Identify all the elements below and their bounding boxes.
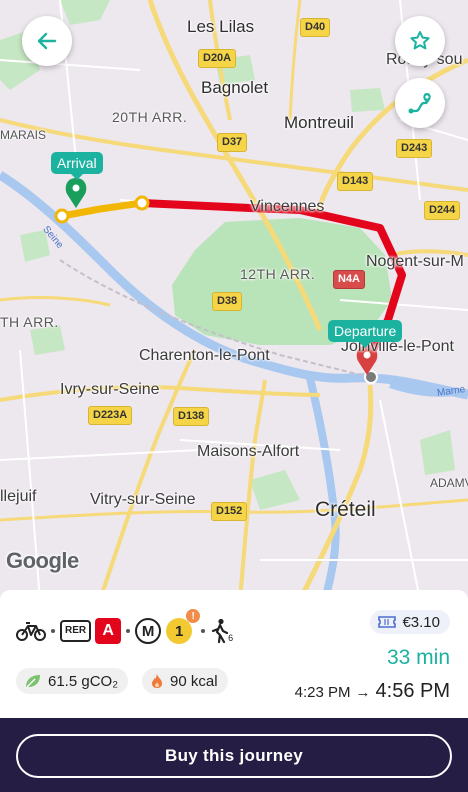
arrival-tag: Arrival [51,152,103,180]
calories-value: 90 kcal [170,672,218,690]
footer-bar: Buy this journey [0,718,468,792]
alert-icon: ! [186,609,201,623]
journey-times: 4:23 PM → 4:56 PM [295,680,450,703]
road-shield-d40: D40 [300,18,331,37]
time-arrow: → [355,684,371,701]
price-value: €3.10 [402,613,440,631]
journey-map[interactable]: Les Lilas Bagnolet Rosny-sou 20TH ARR. M… [0,0,468,600]
map-label-montreuil: Montreuil [284,113,354,132]
separator-dot [51,629,55,633]
map-label-maisons-alfort: Maisons-Alfort [197,443,300,460]
road-shield-d138: D138 [173,407,210,426]
separator-dot [126,629,131,633]
map-label-les-lilas: Les Lilas [187,17,255,36]
map-label-20th-arr: 20TH ARR. [112,109,188,125]
flame-icon [152,674,162,688]
ticket-icon [378,616,397,628]
rer-badge: RER [60,620,92,642]
road-shield-d244: D244 [424,201,461,220]
departure-tag: Departure [328,320,403,348]
road-shield-d20a: D20A [198,49,237,68]
separator-dot [201,629,206,633]
route-map-icon [408,93,431,114]
map-label-ivry: Ivry-sur-Seine [60,381,160,398]
map-label-12th-arr: 12TH ARR. [240,266,316,282]
journey-summary-panel[interactable]: RER A M 1 ! 6 61.5 gCO₂ 90 kcal €3.10 33… [0,590,468,720]
calories-chip: 90 kcal [142,668,228,694]
route-view-button[interactable] [395,78,445,128]
map-label-vitry: Vitry-sur-Seine [90,491,196,508]
arrival-time: 4:56 PM [375,680,450,702]
journey-modes: RER A M 1 ! 6 [16,609,234,644]
rer-line-a-badge: A [95,618,122,644]
leaf-icon [26,675,40,688]
map-label-marais: MARAIS [0,128,47,142]
star-outline-icon [410,31,430,50]
favorite-button[interactable] [395,16,445,66]
map-label-charenton: Charenton-le-Pont [139,347,270,364]
bicycle-icon [16,622,46,641]
metro-line-1-badge: 1 ! [166,609,201,644]
road-shield-d223a: D223A [88,406,133,425]
metro-line-number: 1 [174,622,184,640]
co2-chip: 61.5 gCO₂ [16,668,129,694]
metro-badge: M [135,618,162,644]
map-label-13th-arr: TH ARR. [0,314,59,330]
map-label-creteil: Créteil [315,498,376,521]
journey-duration: 33 min [386,646,450,669]
buy-journey-button[interactable]: Buy this journey [16,734,452,778]
map-label-villejuif: llejuif [0,488,37,505]
road-shield-d243: D243 [396,139,433,158]
walk-duration: 6 [228,633,234,643]
arrow-left-icon [37,32,57,50]
google-attribution: Google [6,548,79,573]
map-label-nogent: Nogent-sur-M [366,253,464,270]
road-shield-d152: D152 [211,502,248,521]
road-shield-n4a: N4A [333,270,366,289]
road-shield-d143: D143 [337,172,374,191]
departure-time: 4:23 PM [294,684,351,701]
walk-icon [212,618,229,644]
road-shield-d37: D37 [217,133,248,152]
map-label-bagnolet: Bagnolet [201,78,269,97]
back-button[interactable] [22,16,72,66]
road-shield-d38: D38 [212,292,243,311]
co2-value: 61.5 gCO₂ [48,672,119,690]
map-label-adamville: ADAMV [430,476,468,490]
map-label-vincennes: Vincennes [250,198,325,215]
price-badge: €3.10 [370,610,450,634]
